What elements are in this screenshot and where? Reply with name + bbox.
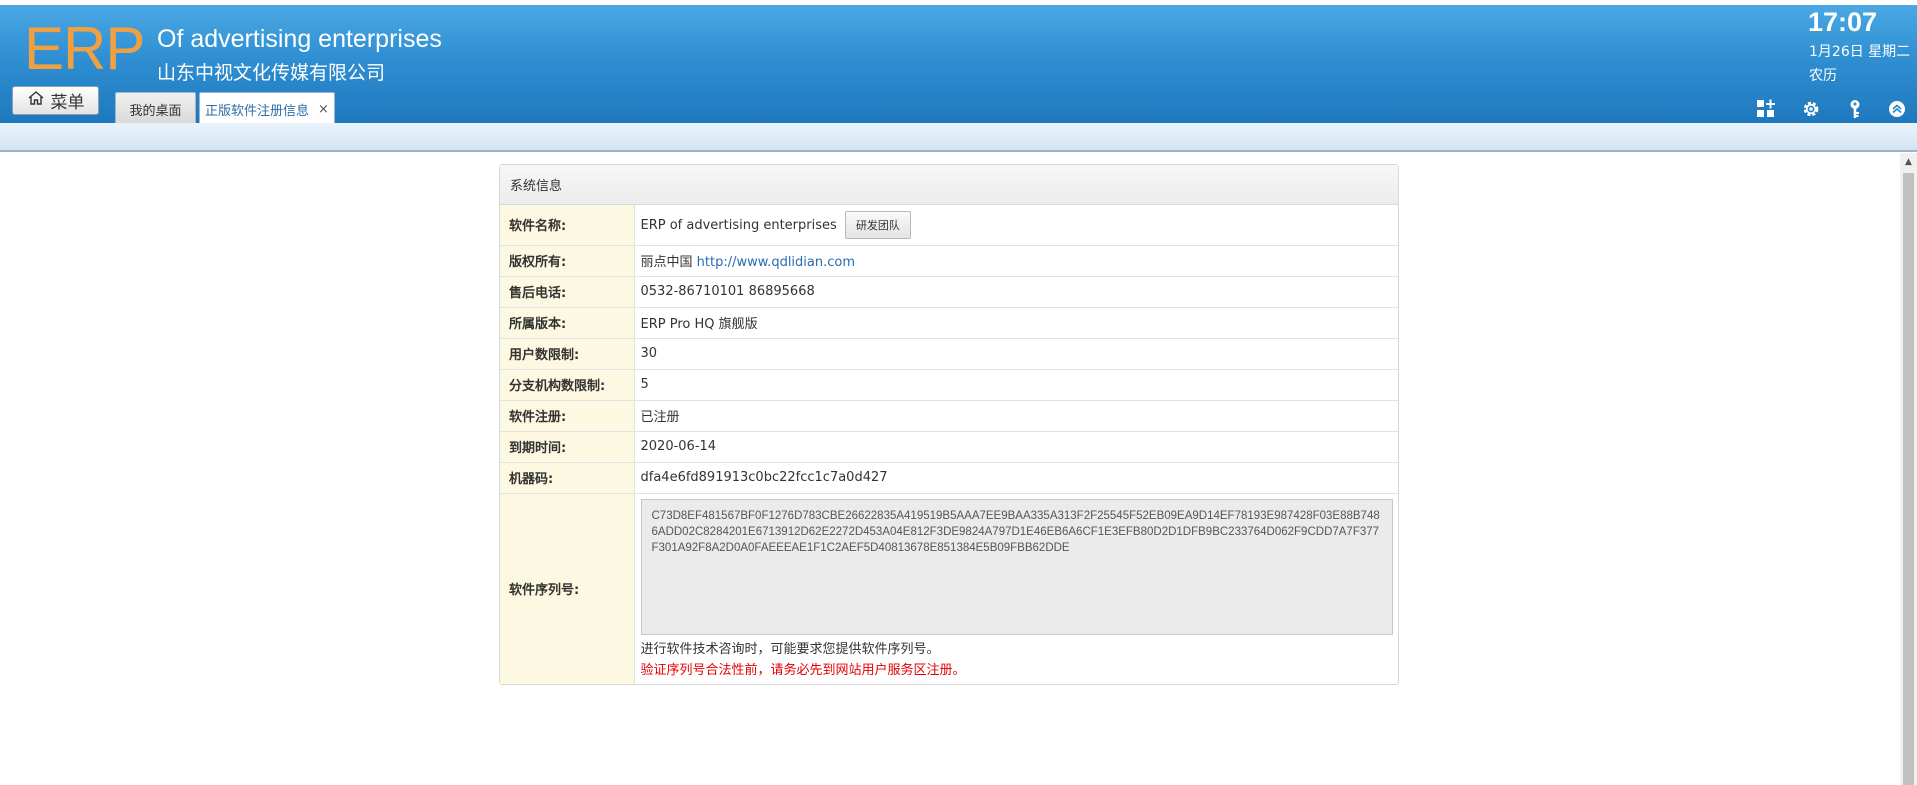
version-value: ERP Pro HQ 旗舰版 <box>634 307 1398 339</box>
row-label: 所属版本: <box>500 307 635 339</box>
app-logo: ERP <box>24 15 145 82</box>
row-label: 售后电话: <box>500 276 635 308</box>
table-row: 用户数限制: 30 <box>500 338 1398 370</box>
row-label: 软件注册: <box>500 400 635 432</box>
machine-code-value: dfa4e6fd891913c0bc22fcc1c7a0d427 <box>634 462 1398 494</box>
serial-hint: 进行软件技术咨询时，可能要求您提供软件序列号。 <box>640 641 940 657</box>
dev-team-button[interactable]: 研发团队 <box>844 210 911 239</box>
key-icon[interactable] <box>1844 98 1866 120</box>
system-info-panel: 系统信息 软件名称: ERP of advertising enterprise… <box>499 164 1399 685</box>
company-name-en: Of advertising enterprises <box>157 25 442 53</box>
lunar-calendar[interactable]: 农历 <box>1809 65 1837 85</box>
home-icon <box>27 90 45 111</box>
toolbar-strip <box>0 123 1917 152</box>
menu-label: 菜单 <box>50 93 85 113</box>
row-label: 版权所有: <box>500 245 635 277</box>
serial-number-textarea[interactable]: C73D8EF481567BF0F1276D783CBE26622835A419… <box>640 498 1393 635</box>
table-row: 到期时间: 2020-06-14 <box>500 431 1398 463</box>
phone-value: 0532-86710101 86895668 <box>634 276 1398 308</box>
row-label: 软件序列号: <box>500 493 635 684</box>
close-icon[interactable]: × <box>318 102 329 117</box>
row-label: 到期时间: <box>500 431 635 463</box>
row-label: 软件名称: <box>500 205 635 246</box>
software-name-value: ERP of advertising enterprises <box>640 217 837 233</box>
copyright-value: 丽点中国 <box>640 255 693 270</box>
row-label: 分支机构数限制: <box>500 369 635 401</box>
serial-warning: 验证序列号合法性前，请务必先到网站用户服务区注册。 <box>640 662 966 678</box>
expiry-value: 2020-06-14 <box>634 431 1398 463</box>
row-value-cell: C73D8EF481567BF0F1276D783CBE26622835A419… <box>634 493 1398 684</box>
tab-software-registration[interactable]: 正版软件注册信息 × <box>199 92 335 125</box>
row-label: 用户数限制: <box>500 338 635 370</box>
row-value-cell: 丽点中国 http://www.qdlidian.com <box>634 245 1398 277</box>
tab-label: 正版软件注册信息 <box>205 103 310 119</box>
table-row: 机器码: dfa4e6fd891913c0bc22fcc1c7a0d427 <box>500 462 1398 494</box>
company-name-cn: 山东中视文化传媒有限公司 <box>157 62 386 84</box>
user-limit-value: 30 <box>634 338 1398 370</box>
registration-value: 已注册 <box>634 400 1398 432</box>
vertical-scrollbar[interactable]: ▲ <box>1900 153 1917 785</box>
scrollbar-thumb[interactable] <box>1903 173 1914 785</box>
table-row: 版权所有: 丽点中国 http://www.qdlidian.com <box>500 245 1398 277</box>
clock-date: 1月26日 星期二 <box>1809 44 1911 60</box>
gear-icon[interactable] <box>1800 98 1822 120</box>
branch-limit-value: 5 <box>634 369 1398 401</box>
clock-time: 17:07 <box>1808 7 1878 37</box>
table-row: 软件名称: ERP of advertising enterprises 研发团… <box>500 205 1398 246</box>
panel-title: 系统信息 <box>500 165 1398 205</box>
scroll-up-arrow-icon[interactable]: ▲ <box>1900 153 1917 170</box>
table-row: 软件序列号: C73D8EF481567BF0F1276D783CBE26622… <box>500 493 1398 684</box>
table-row: 软件注册: 已注册 <box>500 400 1398 432</box>
apps-add-icon[interactable] <box>1755 98 1777 120</box>
table-row: 售后电话: 0532-86710101 86895668 <box>500 276 1398 308</box>
info-table: 软件名称: ERP of advertising enterprises 研发团… <box>500 205 1398 684</box>
table-row: 所属版本: ERP Pro HQ 旗舰版 <box>500 307 1398 339</box>
tab-my-desktop[interactable]: 我的桌面 <box>115 92 196 125</box>
table-row: 分支机构数限制: 5 <box>500 369 1398 401</box>
row-label: 机器码: <box>500 462 635 494</box>
collapse-icon[interactable] <box>1886 98 1908 120</box>
website-link[interactable]: http://www.qdlidian.com <box>697 255 855 270</box>
tab-label: 我的桌面 <box>129 103 182 119</box>
app-header: ERP Of advertising enterprises 山东中视文化传媒有… <box>0 5 1917 125</box>
main-content: 系统信息 软件名称: ERP of advertising enterprise… <box>0 153 1900 785</box>
menu-button[interactable]: 菜单 <box>12 86 99 115</box>
row-value-cell: ERP of advertising enterprises 研发团队 <box>634 205 1398 246</box>
